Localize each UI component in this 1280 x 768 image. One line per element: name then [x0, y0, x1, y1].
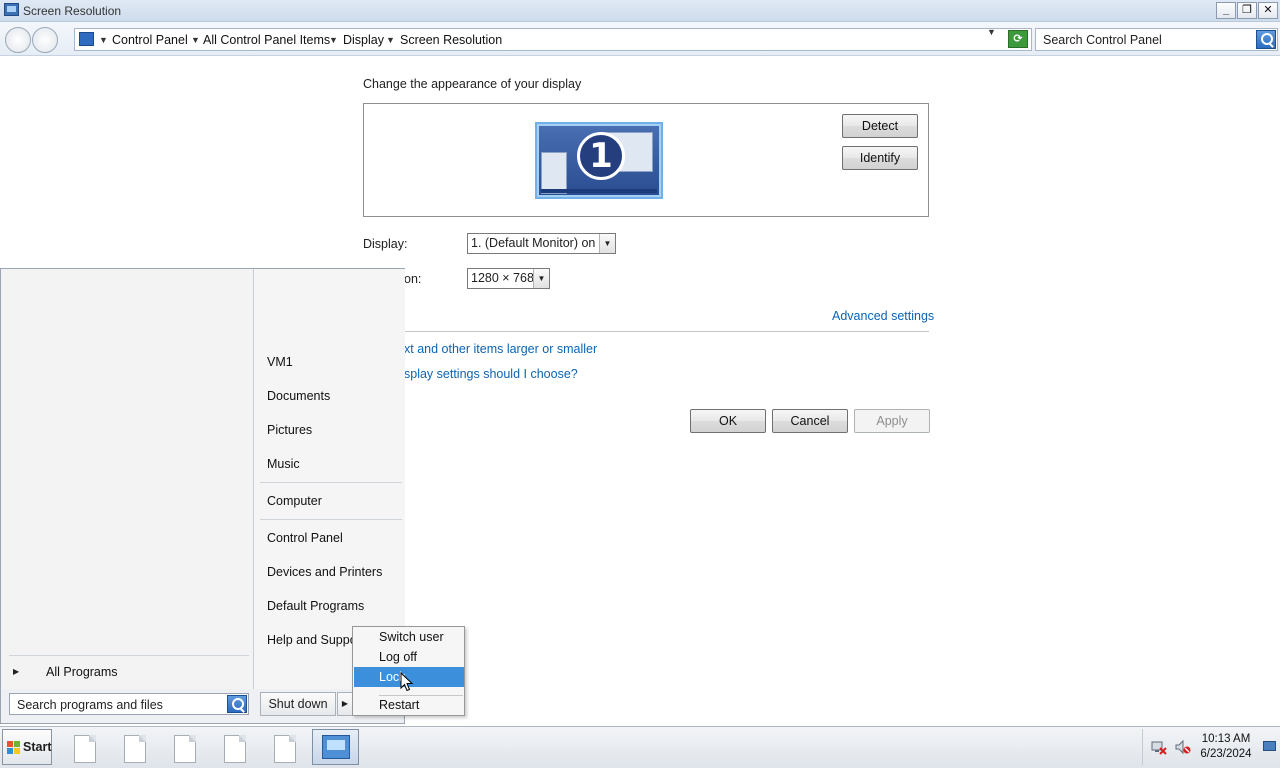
cancel-button[interactable]: Cancel	[772, 409, 848, 433]
start-item-devices-printers[interactable]: Devices and Printers	[267, 565, 382, 579]
address-dropdown-icon[interactable]: ▼	[987, 27, 996, 37]
text-size-link[interactable]: xt and other items larger or smaller	[404, 342, 597, 356]
resolution-label: on:	[404, 272, 422, 286]
divider	[363, 331, 929, 332]
taskbar-document-icon[interactable]	[74, 735, 96, 763]
minimize-button[interactable]: _	[1216, 2, 1236, 19]
resolution-select-value: 1280 × 768	[471, 271, 534, 285]
search-icon[interactable]	[227, 695, 247, 713]
start-menu: VM1 Documents Pictures Music Computer Co…	[0, 268, 405, 724]
start-item-pictures[interactable]: Pictures	[267, 423, 312, 437]
start-menu-programs-pane	[1, 269, 254, 689]
start-item-documents[interactable]: Documents	[267, 389, 330, 403]
refresh-icon[interactable]: ⟳	[1008, 30, 1028, 48]
display-select-value: 1. (Default Monitor) on	[471, 236, 596, 250]
taskbar-clock[interactable]: 10:13 AM 6/23/2024	[1189, 732, 1263, 762]
taskbar-document-icon[interactable]	[274, 735, 296, 763]
search-programs-placeholder: Search programs and files	[17, 698, 163, 712]
taskbar-document-icon[interactable]	[124, 735, 146, 763]
start-label: Start	[23, 740, 52, 754]
detect-button[interactable]: Detect	[842, 114, 918, 138]
ok-button[interactable]: OK	[690, 409, 766, 433]
start-button[interactable]: Start	[2, 729, 52, 765]
shut-down-button[interactable]: Shut down	[260, 692, 336, 716]
mouse-cursor-icon	[400, 672, 414, 692]
breadcrumb-control-panel[interactable]: Control Panel	[112, 33, 188, 47]
display-settings-help-link[interactable]: splay settings should I choose?	[404, 367, 578, 381]
shut-down-submenu: Switch user Log off Lock Restart	[352, 626, 465, 716]
back-button[interactable]	[5, 27, 31, 53]
start-item-music[interactable]: Music	[267, 457, 300, 471]
start-item-control-panel[interactable]: Control Panel	[267, 531, 343, 545]
breadcrumb-display[interactable]: Display	[343, 33, 384, 47]
taskbar-document-icon[interactable]	[224, 735, 246, 763]
log-off-menu-item[interactable]: Log off	[354, 647, 464, 667]
apply-button[interactable]: Apply	[854, 409, 930, 433]
switch-user-menu-item[interactable]: Switch user	[354, 627, 464, 647]
taskbar-document-icon[interactable]	[174, 735, 196, 763]
window-title: Screen Resolution	[23, 4, 122, 18]
monitor-window-graphic	[541, 152, 567, 194]
display-select[interactable]: 1. (Default Monitor) on ▼	[467, 233, 616, 254]
start-item-vm1[interactable]: VM1	[267, 355, 293, 369]
all-programs-arrow-icon: ▶	[13, 667, 20, 676]
start-item-default-programs[interactable]: Default Programs	[267, 599, 364, 613]
taskbar-control-panel-button[interactable]	[312, 729, 359, 765]
chevron-down-icon[interactable]: ▼	[533, 269, 549, 288]
search-programs-input[interactable]: Search programs and files	[9, 693, 249, 715]
start-item-help-support[interactable]: Help and Suppo	[267, 633, 357, 647]
start-menu-divider	[260, 519, 402, 520]
forward-button[interactable]	[32, 27, 58, 53]
page-title: Change the appearance of your display	[363, 77, 582, 91]
monitor-1-icon[interactable]: 1	[535, 122, 663, 199]
screen-resolution-app-icon	[4, 3, 19, 16]
search-placeholder: Search Control Panel	[1043, 33, 1162, 47]
breadcrumb-screen-resolution[interactable]: Screen Resolution	[400, 33, 502, 47]
restore-button[interactable]: ❐	[1237, 2, 1257, 19]
restart-menu-item[interactable]: Restart	[354, 695, 464, 715]
breadcrumb[interactable]: ▼ Control Panel ▼ All Control Panel Item…	[74, 28, 1032, 51]
start-menu-divider	[9, 655, 249, 656]
clock-date: 6/23/2024	[1200, 748, 1252, 760]
breadcrumb-chevron-icon[interactable]: ▼	[386, 35, 395, 45]
windows-logo-icon	[7, 741, 20, 754]
title-bar: Screen Resolution _ ❐ ✕	[0, 0, 1280, 22]
network-disconnected-icon[interactable]	[1151, 739, 1167, 755]
show-desktop-icon[interactable]	[1263, 741, 1276, 751]
resolution-select[interactable]: 1280 × 768 ▼	[467, 268, 550, 289]
start-menu-divider	[260, 482, 402, 483]
taskbar: Start 10:13 AM 6/23/2024	[0, 726, 1280, 768]
close-button[interactable]: ✕	[1258, 2, 1278, 19]
chevron-down-icon[interactable]: ▼	[599, 234, 615, 253]
monitor-number: 1	[577, 132, 625, 180]
clock-time: 10:13 AM	[1201, 733, 1251, 745]
search-control-panel-input[interactable]: Search Control Panel	[1035, 28, 1278, 51]
identify-button[interactable]: Identify	[842, 146, 918, 170]
address-bar: ▼ Control Panel ▼ All Control Panel Item…	[0, 22, 1280, 56]
start-item-computer[interactable]: Computer	[267, 494, 322, 508]
monitor-taskbar-graphic	[541, 189, 657, 193]
all-programs-button[interactable]: All Programs	[46, 665, 118, 679]
search-icon[interactable]	[1256, 30, 1276, 49]
breadcrumb-chevron-icon[interactable]: ▼	[191, 35, 200, 45]
display-label: Display:	[363, 237, 408, 251]
breadcrumb-all-items[interactable]: All Control Panel Items	[203, 33, 330, 47]
control-panel-icon	[322, 735, 350, 759]
shut-down-options-arrow-icon[interactable]: ▶	[337, 692, 353, 716]
breadcrumb-chevron-icon[interactable]: ▼	[99, 35, 108, 45]
breadcrumb-chevron-icon[interactable]: ▼	[329, 35, 338, 45]
monitor-panel: 1 Detect Identify	[363, 103, 929, 217]
advanced-settings-link[interactable]: Advanced settings	[832, 309, 934, 323]
control-panel-icon	[79, 32, 94, 46]
